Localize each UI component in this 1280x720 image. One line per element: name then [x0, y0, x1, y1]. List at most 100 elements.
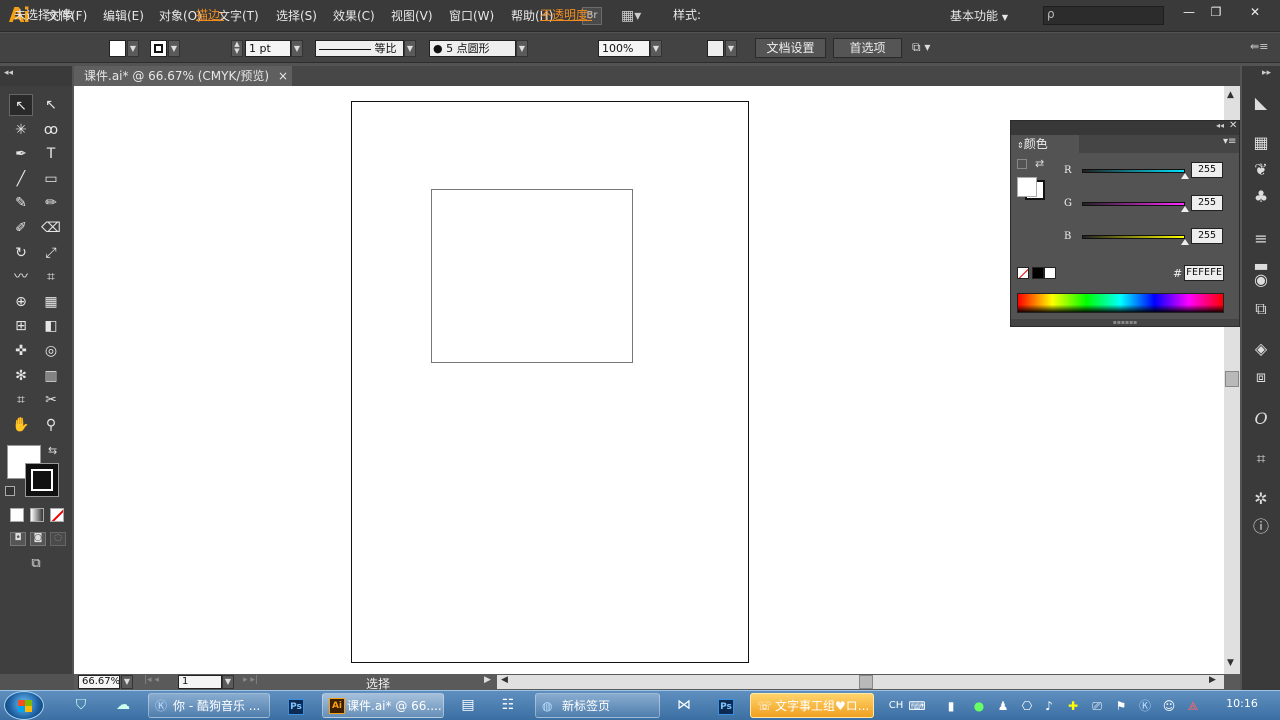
close-panel-icon[interactable]: ✕ [1229, 120, 1237, 131]
menu-select[interactable]: 选择(S) [276, 7, 317, 25]
transform-icon[interactable]: ⌗ [1242, 446, 1280, 472]
magic-wand-tool-icon[interactable]: ✳ [9, 119, 33, 141]
blob-brush-tool-icon[interactable]: ✐ [9, 217, 33, 239]
shape-builder-tool-icon[interactable]: ⊕ [9, 291, 33, 313]
free-transform-tool-icon[interactable]: ⌗ [39, 266, 63, 288]
channel-slider-r[interactable] [1082, 169, 1185, 173]
lasso-tool-icon[interactable]: ꝏ [39, 119, 63, 141]
channel-slider-g[interactable] [1082, 202, 1185, 206]
minimize-button[interactable]: — [1176, 4, 1202, 21]
color-spectrum[interactable] [1017, 293, 1224, 313]
swatches-icon[interactable]: ▦ [1242, 130, 1280, 156]
fill-dropdown[interactable]: ▼ [127, 40, 139, 57]
taskbar-item-illustrator[interactable]: Ai 课件.ai* @ 66.... [322, 693, 444, 718]
draw-inside-icon[interactable]: ◌ [50, 532, 66, 546]
swap-colors-icon[interactable]: ⇄ [1035, 157, 1044, 170]
flag-icon[interactable]: ⚑ [1112, 697, 1130, 715]
start-button[interactable] [4, 691, 44, 720]
taskbar-item-chat[interactable]: ☏ 文字事工组♥ロ... [750, 693, 874, 718]
scroll-down-icon[interactable]: ▼ [1227, 658, 1234, 668]
color-mode-button[interactable] [10, 508, 24, 522]
taskbar-photoshop-2[interactable]: Ps [712, 693, 740, 718]
expand-dock-icon[interactable]: ▸▸ [1262, 68, 1271, 78]
taskbar-photoshop[interactable]: Ps [282, 693, 310, 718]
tab-close-icon[interactable]: × [278, 66, 288, 86]
eraser-tool-icon[interactable]: ⌫ [39, 217, 63, 239]
channel-slider-b[interactable] [1082, 235, 1185, 239]
taskbar-list-icon[interactable]: ☷ [496, 693, 520, 718]
artboard-number-field[interactable]: 1 [178, 675, 222, 689]
color-panel-menu-icon[interactable]: ▾≡ [1223, 136, 1236, 147]
scale-tool-icon[interactable]: ⤢ [39, 242, 63, 264]
black-swatch[interactable] [1032, 267, 1044, 279]
search-input[interactable]: ρ [1043, 6, 1164, 25]
draw-normal-icon[interactable]: ◘ [10, 532, 26, 546]
layers-icon[interactable]: ◈ [1242, 336, 1280, 362]
preferences-button[interactable]: 首选项 [833, 38, 902, 58]
stroke-panel-icon[interactable]: ≡ [1242, 226, 1280, 252]
volume-icon[interactable]: ♪ [1040, 697, 1058, 715]
scroll-left-icon[interactable]: ◀ [501, 675, 508, 685]
taskbar-calculator-icon[interactable]: ▤ [456, 693, 480, 718]
symbol-sprayer-tool-icon[interactable]: ✻ [9, 365, 33, 387]
type-tool-icon[interactable]: T [39, 143, 63, 165]
document-setup-button[interactable]: 文档设置 [755, 38, 826, 58]
mesh-tool-icon[interactable]: ⊞ [9, 315, 33, 337]
scroll-up-icon[interactable]: ▲ [1227, 90, 1234, 100]
menu-edit[interactable]: 编辑(E) [103, 7, 144, 25]
display-icon[interactable]: ⎚ [1088, 697, 1106, 715]
paintbrush-tool-icon[interactable]: ✎ [9, 192, 33, 214]
taskbar-vs-icon[interactable]: ⋈ [672, 693, 696, 718]
pinned-browser-icon[interactable]: ☁ [110, 693, 136, 718]
stroke-weight-dropdown[interactable]: ▼ [291, 40, 303, 57]
style-swatch[interactable] [707, 40, 724, 57]
zoom-field[interactable]: 66.67% [78, 675, 120, 689]
stroke-color-box[interactable] [25, 463, 59, 497]
navigator-icon[interactable]: ◣ [1242, 90, 1280, 116]
stroke-weight-field[interactable]: 1 pt [245, 40, 291, 57]
opacity-label[interactable]: 不透明度: [540, 7, 592, 24]
acrobat-icon[interactable]: ⟁ [1184, 697, 1202, 715]
taskbar-item-newtab[interactable]: ◍ 新标签页 [535, 693, 660, 718]
rectangle-shape[interactable] [431, 189, 633, 363]
collapse-panel-icon[interactable]: ◂◂ [1216, 121, 1224, 130]
arrange-icon[interactable]: ⧉ ▾ [912, 40, 946, 57]
blend-tool-icon[interactable]: ◎ [39, 340, 63, 362]
channel-slider-thumb[interactable] [1181, 206, 1189, 212]
stroke-profile-dropdown[interactable]: ▼ [404, 40, 416, 57]
align-icon[interactable]: ✲ [1242, 486, 1280, 512]
tray-app-icon[interactable]: ☺ [1160, 697, 1178, 715]
qq-icon[interactable]: ♟ [994, 697, 1012, 715]
artboards-icon[interactable]: ⧈ [1242, 364, 1280, 390]
stroke-profile-field[interactable]: 等比 [315, 40, 404, 57]
battery-icon[interactable]: ▮ [942, 697, 960, 715]
keyboard-icon[interactable]: ⌨ [908, 697, 926, 715]
slice-tool-icon[interactable]: ✂ [39, 389, 63, 411]
channel-value-b[interactable]: 255 [1191, 228, 1223, 244]
channel-slider-thumb[interactable] [1181, 239, 1189, 245]
hand-tool-icon[interactable]: ✋ [9, 414, 33, 436]
tab-color[interactable]: ⇕颜色 [1011, 135, 1079, 153]
pen-tool-icon[interactable]: ✒ [9, 143, 33, 165]
kugou-tray-icon[interactable]: Ⓚ [1136, 697, 1154, 715]
menu-effect[interactable]: 效果(C) [333, 7, 375, 25]
close-button[interactable]: ✕ [1242, 4, 1268, 21]
style-dropdown[interactable]: ▼ [725, 40, 737, 57]
brushes-icon[interactable]: ❦ [1242, 157, 1280, 183]
appearance-icon[interactable]: ◉ [1242, 267, 1280, 293]
fill-color-chip[interactable] [1017, 177, 1037, 197]
menu-view[interactable]: 视图(V) [391, 7, 433, 25]
draw-behind-icon[interactable]: ◙ [30, 532, 46, 546]
artboard[interactable] [351, 101, 749, 663]
wechat-icon[interactable]: ● [970, 697, 988, 715]
channel-value-g[interactable]: 255 [1191, 195, 1223, 211]
brush-dropdown[interactable]: ▼ [516, 40, 528, 57]
character-icon[interactable]: O [1242, 406, 1280, 432]
none-swatch[interactable] [1017, 267, 1029, 279]
stroke-swatch[interactable] [150, 40, 167, 57]
taskbar-item-kugou[interactable]: Ⓚ 你 - 酷狗音乐 ... [148, 693, 270, 718]
last-artboard-icon[interactable]: ▸ ▸| [243, 675, 258, 685]
stroke-label[interactable]: 描边: [196, 7, 224, 24]
hscroll-thumb[interactable] [859, 675, 873, 689]
artboard-tool-icon[interactable]: ⌗ [9, 389, 33, 411]
